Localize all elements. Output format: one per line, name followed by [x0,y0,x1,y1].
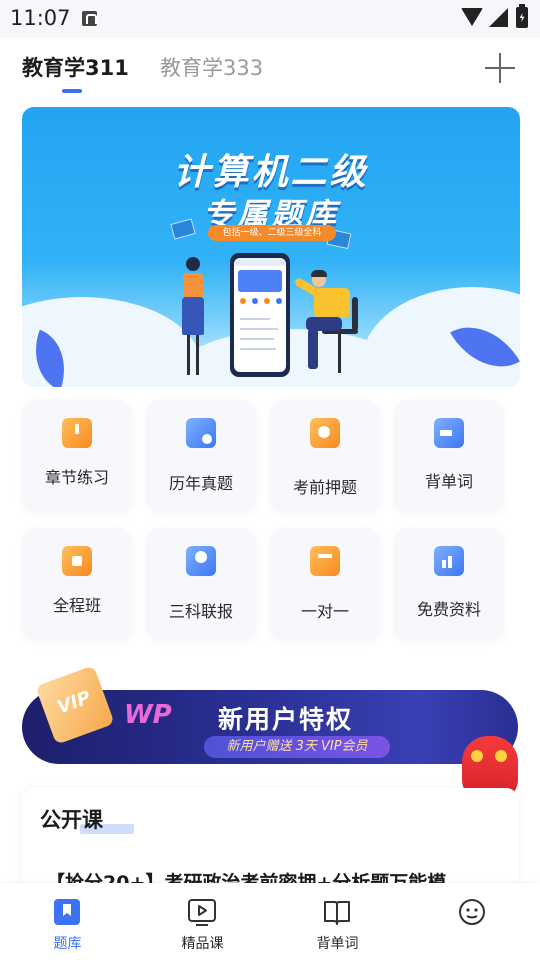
public-course-section: 公开课 【抢分20+】考研政治考前密押+分析题万能模 [22,788,518,888]
battery-charging-icon [516,4,528,28]
promo-banner-computer-level-2[interactable]: 计算机二级 专属题库 包括一级、二级三级全科 [22,107,520,387]
grid-label: 全程班 [52,596,101,615]
phone-line [240,318,270,320]
nav-label: 精品课 [181,936,224,952]
woman-illustration-top [183,273,203,299]
feature-grid: 章节练习 历年真题 考前押题 背单词 全程班 三科联报 一对一 免费资料 [22,400,518,640]
past-exams-icon [186,418,216,448]
woman-illustration-legs [187,335,199,375]
banner-title: 计算机二级 [173,152,369,193]
wifi-icon [461,8,483,26]
phone-dot [240,298,246,304]
grid-label: 免费资料 [416,600,481,619]
pre-exam-prediction-icon [310,418,340,448]
phone-header [234,258,286,266]
three-subject-bundle-icon [186,546,216,576]
chapter-practice-icon [62,418,92,448]
grid-label: 章节练习 [44,468,109,487]
woman-illustration-skirt [182,297,204,335]
accessibility-notification-icon [82,11,97,26]
phone-card [238,270,282,292]
grid-item-chapter-practice[interactable]: 章节练习 [22,400,132,512]
bottom-navigation: 题库 精品课 背单词 [0,883,540,960]
book-icon [324,901,350,925]
phone-line [240,338,274,340]
one-on-one-icon [310,546,340,576]
grid-item-full-course[interactable]: 全程班 [22,528,132,640]
grid-item-three-subject-bundle[interactable]: 三科联报 [146,528,256,640]
woman-illustration [186,257,200,271]
nav-label: 背单词 [316,936,359,952]
tab-subject-311[interactable]: 教育学311 [22,52,129,82]
phone-dot [264,298,270,304]
nav-item-profile[interactable] [405,883,540,960]
subject-tabs: 教育学311 教育学333 [0,38,540,98]
phone-line [240,348,276,350]
vip-card-text: VIP [54,687,94,719]
phone-dot [252,298,258,304]
promo-subtitle: 新用户赠送 3天 VIP会员 [204,736,390,758]
grid-item-vocabulary[interactable]: 背单词 [394,400,504,512]
tab-subject-333[interactable]: 教育学333 [160,52,263,82]
grid-item-past-exams[interactable]: 历年真题 [146,400,256,512]
add-subject-icon[interactable] [484,52,516,84]
cellular-signal-icon [489,8,508,27]
section-title: 公开课 [40,808,103,832]
man-illustration-hair [311,270,327,277]
phone-illustration [230,253,290,377]
grid-label: 历年真题 [168,474,233,493]
active-tab-indicator [62,89,82,93]
question-bank-icon [54,899,80,925]
nav-item-question-bank[interactable]: 题库 [0,883,135,960]
video-course-icon [188,899,216,926]
grid-label: 三科联报 [168,602,233,621]
chair-leg [338,333,341,373]
nav-item-video-course[interactable]: 精品课 [135,883,270,960]
grid-label: 考前押题 [292,478,357,497]
status-time: 11:07 [10,6,71,30]
grid-item-free-materials[interactable]: 免费资料 [394,528,504,640]
promo-title: 新用户特权 [218,705,354,734]
grid-label: 背单词 [424,472,473,491]
man-illustration-shin [308,329,318,369]
banner-tag: 包括一级、二级三级全科 [208,225,336,241]
promo-wp-graphic: WP [124,700,172,730]
free-materials-icon [434,546,464,576]
chair-illustration [352,297,358,331]
phone-line [240,328,278,330]
vocabulary-icon [434,418,464,448]
full-course-icon [62,546,92,576]
phone-screen [234,258,286,372]
status-bar: 11:07 [0,0,540,38]
grid-item-one-on-one[interactable]: 一对一 [270,528,380,640]
profile-icon [459,899,485,925]
grid-item-pre-exam-prediction[interactable]: 考前押题 [270,400,380,512]
phone-dot [276,298,282,304]
grid-label: 一对一 [300,602,349,621]
man-illustration-body [314,288,350,318]
nav-item-vocabulary[interactable]: 背单词 [270,883,405,960]
nav-label: 题库 [53,936,82,952]
